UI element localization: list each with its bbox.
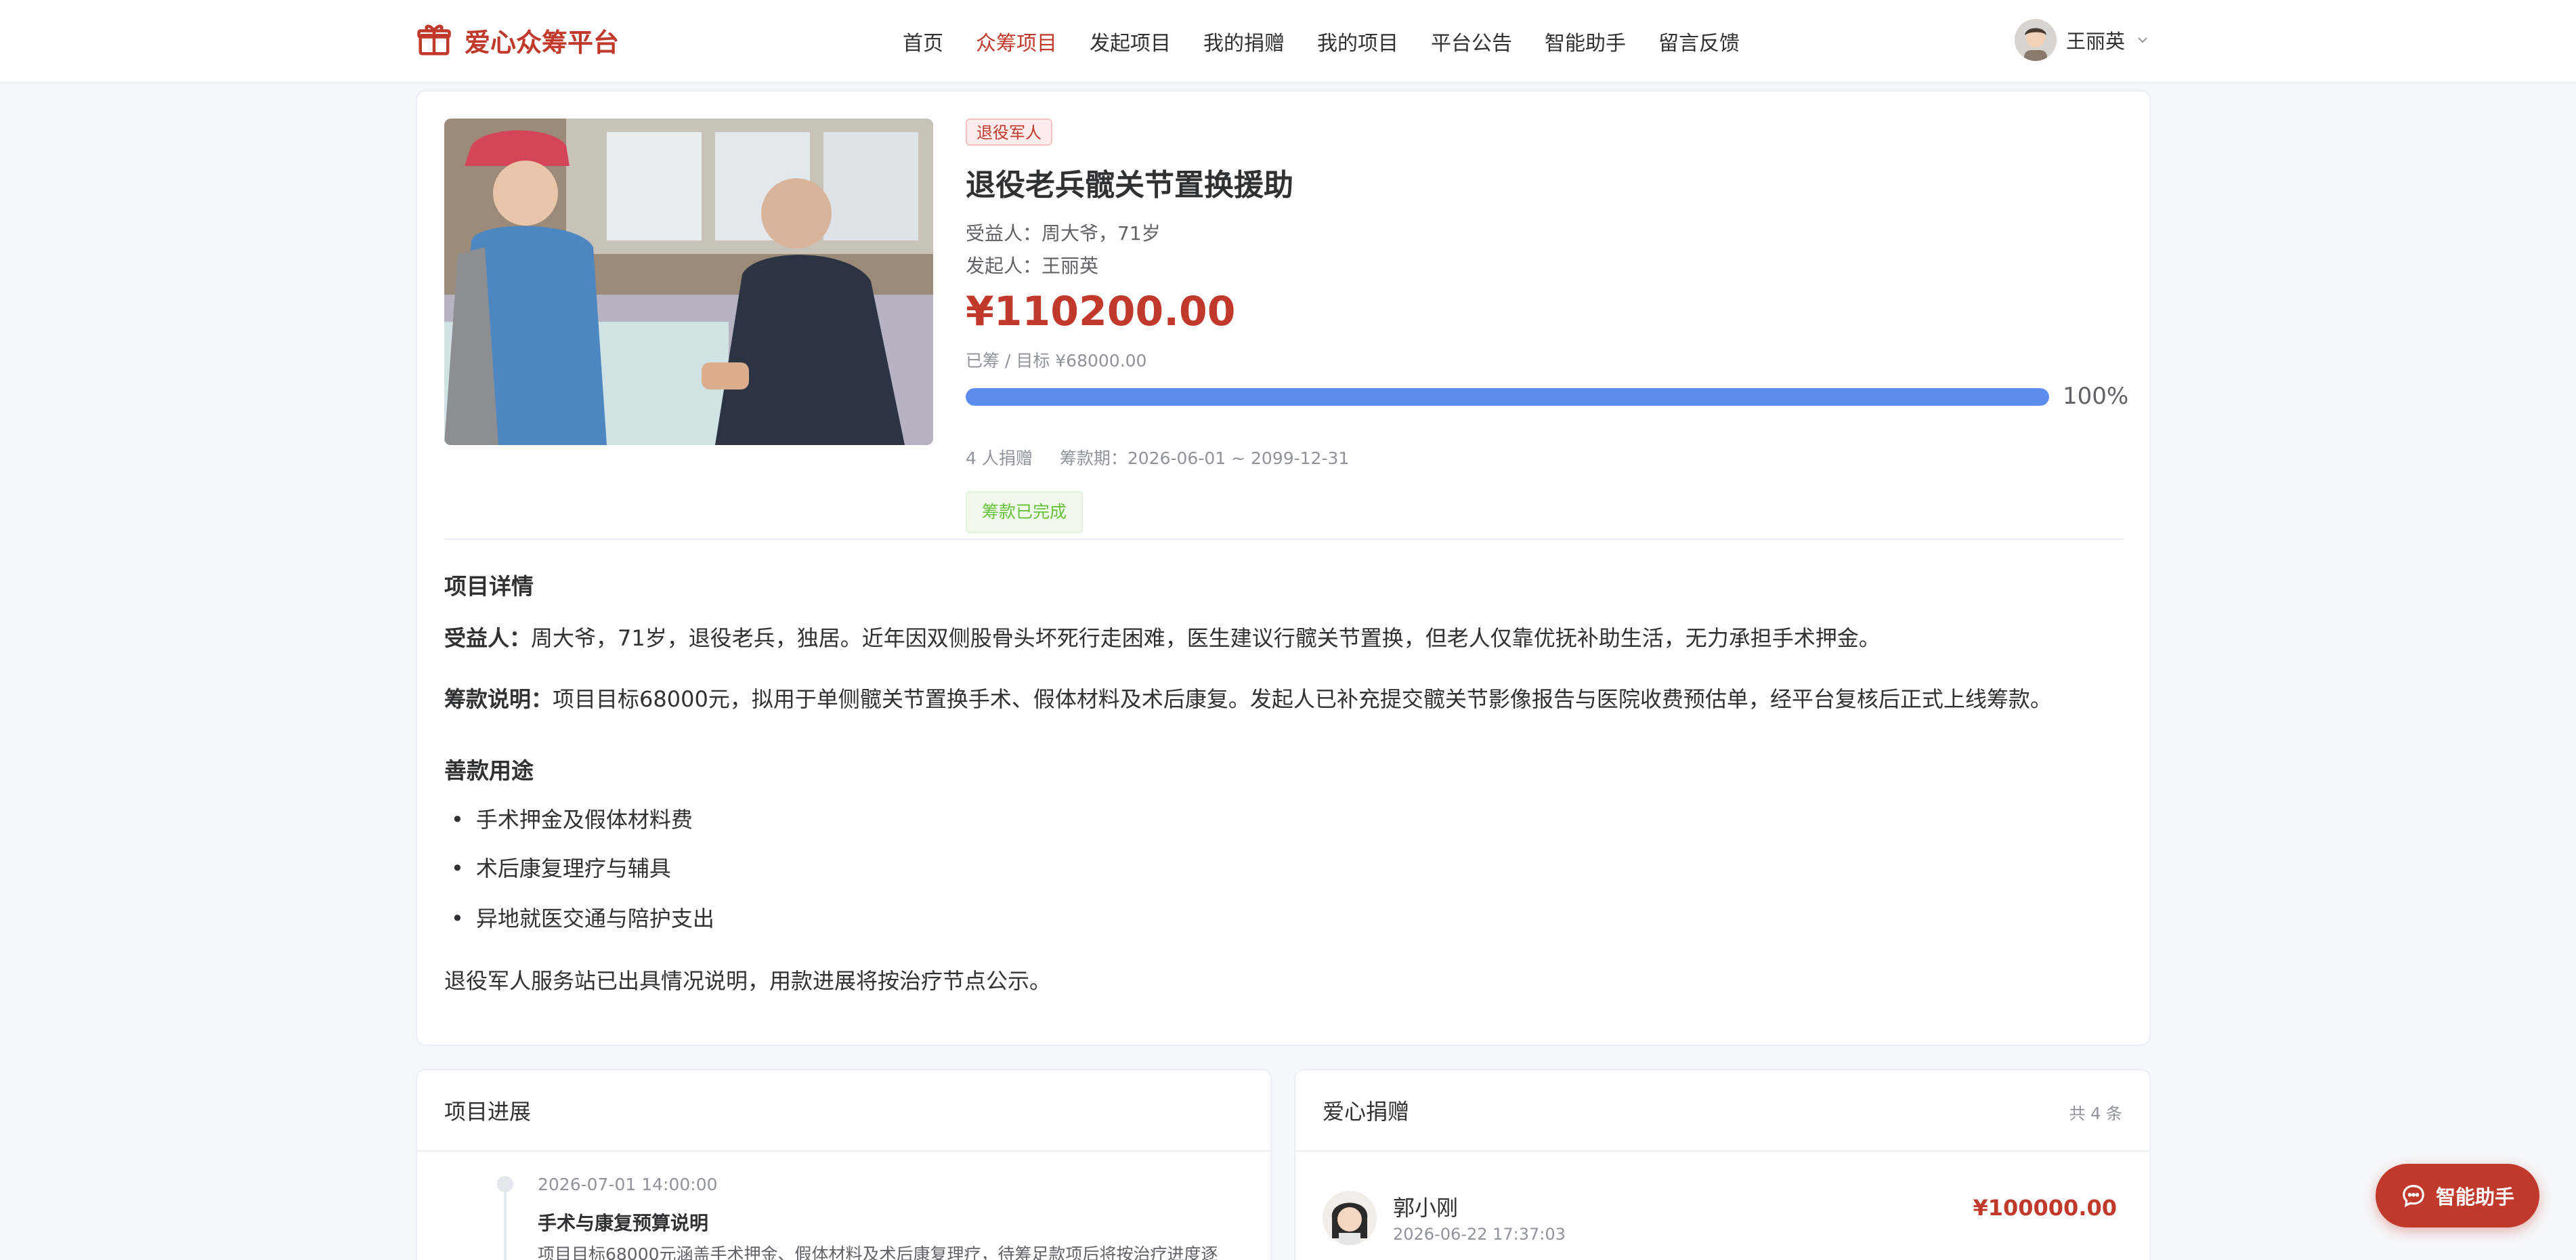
timeline-title: 手术与康复预算说明 (538, 1212, 709, 1234)
detail-section-title: 项目详情 (444, 573, 534, 600)
donations-card: 爱心捐赠 共 4 条 郭小刚 2026-06-22 17:37:03 ¥1000… (1294, 1069, 2151, 1260)
donations-count: 共 4 条 (2069, 1104, 2122, 1123)
fund-paragraph: 筹款说明：项目目标68000元，拟用于单侧髋关节置换手术、假体材料及术后康复。发… (444, 682, 2124, 713)
nav-projects[interactable]: 众筹项目 (976, 26, 1057, 56)
note-paragraph: 退役军人服务站已出具情况说明，用款进展将按治疗节点公示。 (444, 968, 1052, 994)
timeline-dot (497, 1176, 513, 1192)
fund-label: 筹款说明： (444, 686, 553, 712)
gift-icon (417, 24, 451, 56)
progress-card-header: 项目进展 (417, 1070, 1270, 1152)
progress-card-title: 项目进展 (444, 1099, 532, 1125)
raised-amount: ¥110200.00 (966, 288, 1236, 335)
target-amount: 已筹 / 目标 ¥68000.00 (966, 351, 1147, 371)
section-divider (444, 539, 2124, 540)
chat-bubble-icon (2403, 1185, 2424, 1207)
project-info: 退役军人 退役老兵髋关节置换援助 受益人：周大爷，71岁 发起人：王丽英 ¥11… (966, 119, 2130, 533)
nav-announcements[interactable]: 平台公告 (1431, 26, 1512, 56)
usage-item: 术后康复理疗与辅具 (451, 852, 671, 883)
donor-name: 郭小刚 (1393, 1195, 1459, 1221)
project-photo-image (444, 119, 933, 445)
timeline-line (504, 1192, 507, 1260)
donor-count: 4 人捐赠 (966, 448, 1033, 468)
usage-section-title: 善款用途 (444, 757, 534, 784)
timeline-desc: 项目目标68000元涵盖手术押金、假体材料及术后康复理疗，待筹足款项后将按治疗进… (538, 1244, 1218, 1260)
usage-item: 异地就医交通与陪护支出 (451, 902, 714, 933)
chevron-down-icon (2138, 37, 2147, 43)
status-badge: 筹款已完成 (966, 491, 1083, 533)
project-photo (444, 119, 933, 445)
user-avatar-icon (2015, 19, 2057, 61)
fund-text: 项目目标68000元，拟用于单侧髋关节置换手术、假体材料及术后康复。发起人已补充… (553, 686, 2052, 712)
donor-date: 2026-06-22 17:37:03 (1393, 1225, 1566, 1244)
top-navbar: 爱心众筹平台 首页 众筹项目 发起项目 我的捐赠 我的项目 平台公告 智能助手 … (0, 0, 2576, 83)
donations-card-header: 爱心捐赠 共 4 条 (1295, 1070, 2149, 1152)
timeline-time: 2026-07-01 14:00:00 (538, 1175, 718, 1194)
beneficiary-label: 受益人： (444, 625, 532, 651)
nav-feedback[interactable]: 留言反馈 (1658, 26, 1740, 56)
project-stats: 4 人捐赠 筹款期：2026-06-01 ~ 2099-12-31 (966, 445, 1349, 469)
donor-avatar (1323, 1191, 1377, 1245)
donor-avatar-icon (1323, 1191, 1377, 1245)
beneficiary-paragraph: 受益人：周大爷，71岁，退役老兵，独居。近年因双侧股骨头坏死行走困难，医生建议行… (444, 621, 2124, 652)
beneficiary-line: 受益人：周大爷，71岁 (966, 222, 1161, 245)
assistant-fab-button[interactable]: 智能助手 (2376, 1164, 2539, 1227)
initiator-line: 发起人：王丽英 (966, 255, 1099, 277)
category-tag: 退役军人 (966, 119, 1052, 146)
nav-my-projects[interactable]: 我的项目 (1317, 26, 1398, 56)
donor-amount: ¥100000.00 (1973, 1195, 2117, 1221)
usage-item: 手术押金及假体材料费 (451, 803, 693, 834)
nav-launch-project[interactable]: 发起项目 (1090, 26, 1171, 56)
brand-logo[interactable]: 爱心众筹平台 (416, 18, 619, 62)
project-progress-card: 项目进展 2026-07-01 14:00:00 手术与康复预算说明 项目目标6… (416, 1069, 1272, 1260)
nav-assistant[interactable]: 智能助手 (1545, 26, 1626, 56)
progress-fill (966, 388, 2049, 406)
funding-progress: 100% (966, 381, 2130, 410)
nav-my-donations[interactable]: 我的捐赠 (1203, 26, 1285, 56)
project-title: 退役老兵髋关节置换援助 (966, 168, 1293, 203)
main-nav: 首页 众筹项目 发起项目 我的捐赠 我的项目 平台公告 智能助手 留言反馈 (903, 20, 1772, 62)
fundraising-period: 筹款期：2026-06-01 ~ 2099-12-31 (1059, 448, 1350, 468)
user-name: 王丽英 (2066, 30, 2126, 53)
project-card: 退役军人 退役老兵髋关节置换援助 受益人：周大爷，71岁 发起人：王丽英 ¥11… (416, 90, 2151, 1046)
progress-track (966, 388, 2049, 406)
user-menu[interactable]: 王丽英 (2015, 18, 2151, 62)
user-avatar (2015, 19, 2057, 61)
assistant-fab-label: 智能助手 (2435, 1185, 2514, 1209)
donations-card-title: 爱心捐赠 (1323, 1099, 1410, 1125)
progress-percent: 100% (2063, 383, 2129, 410)
nav-home[interactable]: 首页 (903, 26, 943, 56)
brand-name: 爱心众筹平台 (465, 27, 620, 58)
beneficiary-text: 周大爷，71岁，退役老兵，独居。近年因双侧股骨头坏死行走困难，医生建议行髋关节置… (531, 625, 1881, 651)
